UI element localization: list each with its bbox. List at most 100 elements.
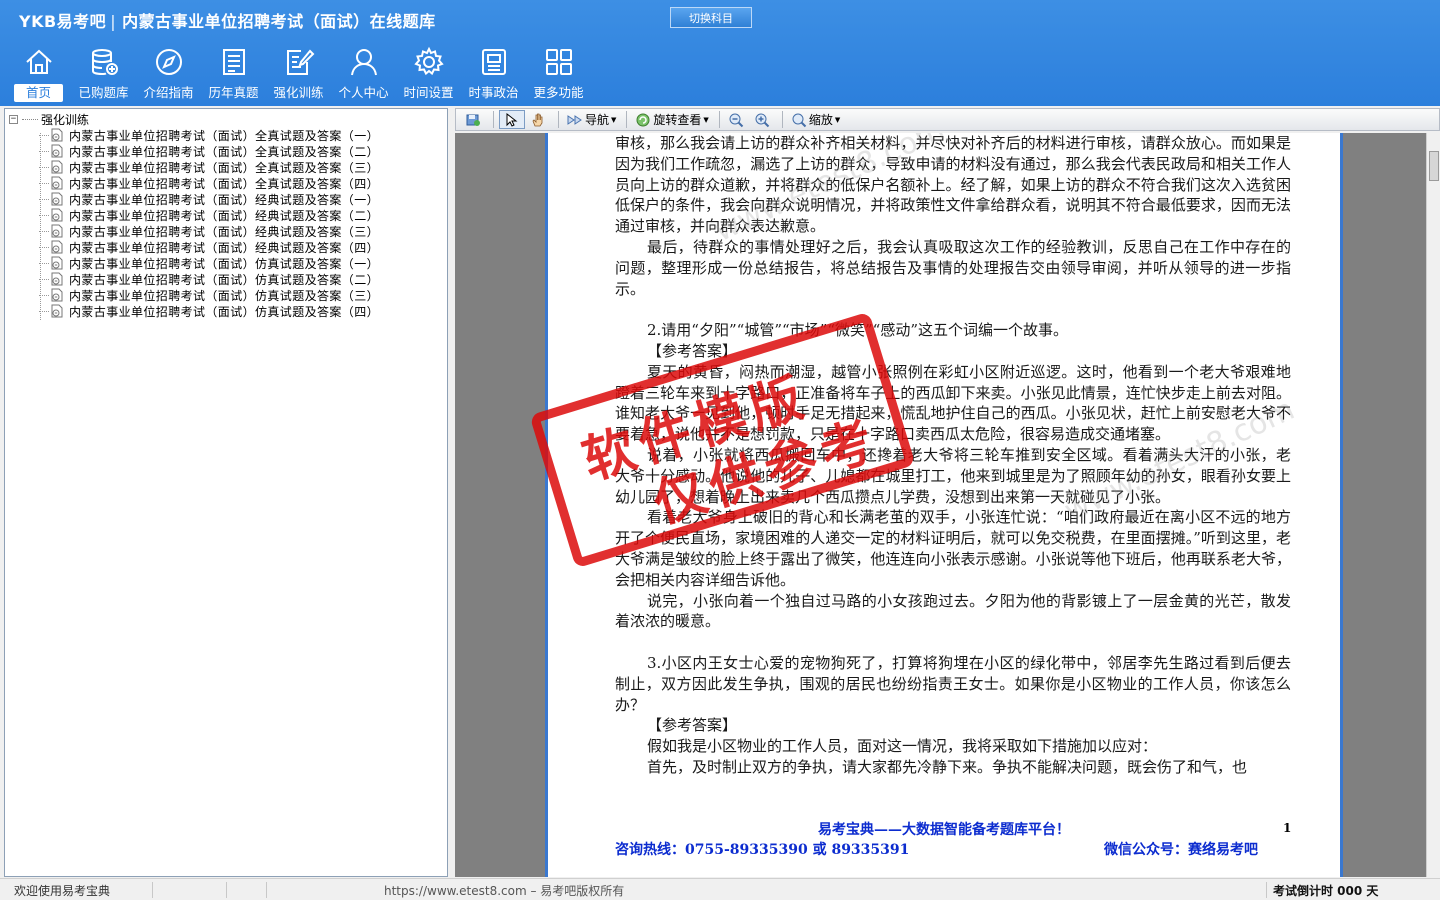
tree-item-label: 内蒙古事业单位招聘考试（面试）全真试题及答案（一） [69, 128, 380, 143]
nav-personal-center[interactable]: 个人中心 [331, 46, 396, 104]
rotate-view-label: 旋转查看 [653, 113, 702, 127]
document-lock-icon [51, 224, 63, 238]
zoom-label: 缩放 [808, 113, 833, 127]
tree-item[interactable]: 内蒙古事业单位招聘考试（面试）仿真试题及答案（二） [39, 271, 447, 287]
tree-item[interactable]: 内蒙古事业单位招聘考试（面试）经典试题及答案（二） [39, 207, 447, 223]
document-lock-icon [51, 144, 63, 158]
rotate-view-dropdown[interactable]: 旋转查看 ▼ [632, 110, 711, 129]
footer-slogan: 易考宝典——大数据智能备考题库平台！ [818, 822, 1070, 838]
tree-item[interactable]: 内蒙古事业单位招聘考试（面试）仿真试题及答案（四） [39, 303, 447, 319]
chevron-down-icon: ▼ [834, 115, 841, 124]
status-divider [266, 882, 267, 898]
document-lock-icon [51, 256, 63, 270]
app-brand: YKB易考吧 | 内蒙古事业单位招聘考试（面试）在线题库 [19, 8, 436, 32]
nav-label: 个人中心 [338, 85, 389, 100]
zoom-in-button[interactable] [751, 110, 775, 129]
tree-item-label: 内蒙古事业单位招聘考试（面试）全真试题及答案（三） [69, 160, 380, 175]
nav-home[interactable]: 首页 [6, 46, 71, 104]
tree-item[interactable]: 内蒙古事业单位招聘考试（面试）全真试题及答案（三） [39, 159, 447, 175]
home-icon [25, 49, 52, 74]
database-icon [91, 49, 118, 76]
nav-label: 历年真题 [208, 85, 259, 100]
status-copyright: https://www.etest8.com – 易考吧版权所有 [384, 884, 625, 898]
nav-purchased-banks[interactable]: 已购题库 [71, 46, 136, 104]
document-lock-icon [51, 272, 63, 286]
document-lock-icon [51, 128, 63, 142]
paragraph: 看着老大爷身上破旧的背心和长满老茧的双手，小张连忙说：“咱们政府最近在离小区不远… [615, 508, 1291, 589]
zoom-out-button[interactable] [725, 110, 749, 129]
tree-item[interactable]: 内蒙古事业单位招聘考试（面试）仿真试题及答案（一） [39, 255, 447, 271]
nav-guide[interactable]: 介绍指南 [136, 46, 201, 104]
document-lock-icon [51, 304, 63, 318]
top-banner: YKB易考吧 | 内蒙古事业单位招聘考试（面试）在线题库 切换科目 首页 已购题库 … [0, 0, 1440, 106]
zoom-out-icon [729, 113, 744, 127]
nav-label: 更多功能 [533, 85, 584, 100]
main-nav: 首页 已购题库 介绍指南 历年真题 强化训练 个人中心 时间设置 时事政治 更多… [6, 46, 591, 104]
brand-separator: | [110, 12, 117, 31]
document-lock-icon [51, 192, 63, 206]
status-divider [1266, 882, 1267, 898]
tree-item-label: 内蒙古事业单位招聘考试（面试）仿真试题及答案（二） [69, 272, 380, 287]
paragraph: 审核，那么我会请上访的群众补齐相关材料，并尽快对补齐后的材料进行审核，请群众放心… [615, 134, 1291, 236]
app-title: 内蒙古事业单位招聘考试（面试）在线题库 [122, 12, 436, 31]
brand-logo: YKB易考吧 [19, 12, 107, 31]
nav-label: 时间设置 [403, 85, 454, 100]
switch-subject-button[interactable]: 切换科目 [670, 7, 752, 28]
nav-label: 首页 [13, 84, 63, 102]
paragraph: 【参考答案】 [647, 341, 738, 360]
tree-item[interactable]: 内蒙古事业单位招聘考试（面试）仿真试题及答案（三） [39, 287, 447, 303]
cursor-arrow-icon [506, 112, 518, 127]
pan-tool-button[interactable] [527, 110, 551, 129]
tree-item[interactable]: 内蒙古事业单位招聘考试（面试）经典试题及答案（三） [39, 223, 447, 239]
toolbar-separator [718, 111, 720, 128]
grid-icon [545, 49, 572, 75]
nav-more-features[interactable]: 更多功能 [526, 46, 591, 104]
tree-item[interactable]: 内蒙古事业单位招聘考试（面试）全真试题及答案（四） [39, 175, 447, 191]
nav-current-affairs[interactable]: 时事政治 [461, 46, 526, 104]
hand-icon [532, 113, 543, 126]
paragraph: 说完，小张向着一个独自过马路的小女孩跑过去。夕阳为他的背影镀上了一层金黄的光芒，… [615, 591, 1291, 631]
tree-root-intensive-training[interactable]: − 强化训练 [9, 111, 447, 127]
scrollbar-thumb[interactable] [1429, 151, 1439, 181]
tree-items: 内蒙古事业单位招聘考试（面试）全真试题及答案（一） 内蒙古事业单位招聘考试（面试）… [9, 127, 447, 319]
tree-item-label: 内蒙古事业单位招聘考试（面试）仿真试题及答案（四） [69, 304, 380, 319]
document-canvas[interactable]: 审核，那么我会请上访的群众补齐相关材料，并尽快对补齐后的材料进行审核，请群众放心… [455, 133, 1426, 877]
tree-item[interactable]: 内蒙古事业单位招聘考试（面试）经典试题及答案（一） [39, 191, 447, 207]
navigate-dropdown[interactable]: 导航 ▼ [564, 110, 619, 129]
document-list-icon [222, 49, 245, 75]
status-divider [152, 882, 153, 898]
gear-icon [413, 46, 444, 76]
nav-intensive-training[interactable]: 强化训练 [266, 46, 331, 104]
document-viewer: 导航 ▼ 旋转查看 ▼ 缩放 ▼ 审核，那么我会请上访的群众补齐相关材料，并尽快对补齐… [455, 108, 1440, 877]
nav-label: 已购题库 [78, 85, 129, 100]
navigate-label: 导航 [585, 113, 610, 127]
toolbar-separator [626, 111, 628, 128]
nav-past-exams[interactable]: 历年真题 [201, 46, 266, 104]
status-welcome: 欢迎使用易考宝典 [14, 884, 111, 898]
chevron-down-icon: ▼ [703, 115, 709, 124]
zoom-dropdown[interactable]: 缩放 ▼ [788, 110, 843, 129]
user-icon [350, 49, 377, 76]
select-tool-button[interactable] [499, 110, 525, 129]
viewer-toolbar: 导航 ▼ 旋转查看 ▼ 缩放 ▼ [455, 108, 1440, 131]
nav-label: 时事政治 [468, 85, 519, 100]
compass-icon [155, 49, 182, 75]
save-button[interactable] [462, 110, 486, 129]
tree-item-label: 内蒙古事业单位招聘考试（面试）经典试题及答案（一） [69, 192, 380, 207]
tree-item-label: 内蒙古事业单位招聘考试（面试）仿真试题及答案（三） [69, 288, 380, 303]
collapse-icon[interactable]: − [9, 114, 18, 124]
toolbar-separator [558, 111, 559, 128]
magnifier-icon [792, 113, 807, 127]
exam-tree-panel: − 强化训练 内蒙古事业单位招聘考试（面试）全真试题及答案（一） 内蒙古事业单位招… [4, 108, 448, 877]
paragraph: 假如我是小区物业的工作人员，面对这一情况，我将采取如下措施加以应对： [647, 737, 1158, 756]
rotate-icon [636, 113, 650, 126]
nav-time-settings[interactable]: 时间设置 [396, 46, 461, 104]
nav-label: 介绍指南 [143, 85, 194, 100]
tree-item[interactable]: 内蒙古事业单位招聘考试（面试）经典试题及答案（四） [39, 239, 447, 255]
tree-item[interactable]: 内蒙古事业单位招聘考试（面试）全真试题及答案（一） [39, 127, 447, 143]
vertical-scrollbar[interactable] [1426, 133, 1440, 877]
paragraph: 3.小区内王女士心爱的宠物狗死了，打算将狗埋在小区的绿化带中，邻居李先生路过看到… [615, 653, 1291, 714]
tree-item[interactable]: 内蒙古事业单位招聘考试（面试）全真试题及答案（二） [39, 143, 447, 159]
status-bar: 欢迎使用易考宝典 https://www.etest8.com – 易考吧版权所… [0, 878, 1440, 900]
